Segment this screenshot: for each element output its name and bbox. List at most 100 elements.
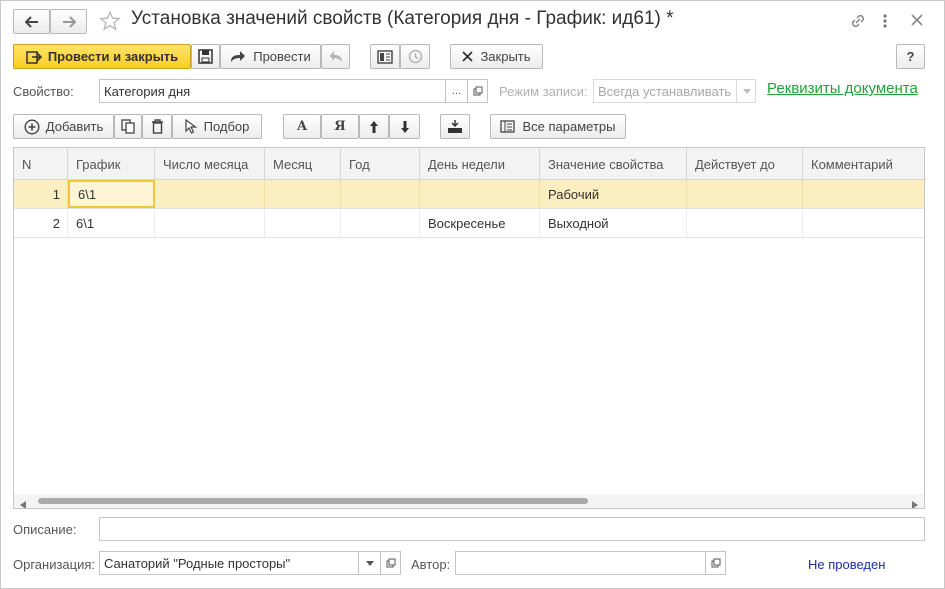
col-header-weekday[interactable]: День недели [420,148,540,180]
col-header-comment[interactable]: Комментарий [803,148,924,180]
structure-icon [377,49,393,64]
x-icon [462,51,474,62]
col-header-schedule[interactable]: График [68,148,155,180]
more-icon[interactable] [880,12,890,33]
cell-year[interactable] [341,180,420,208]
scroll-right-icon[interactable] [912,497,918,508]
selection-button[interactable]: Подбор [172,114,262,139]
cell-n: 2 [14,209,68,237]
doc-requisites-link[interactable]: Реквизиты документа [767,80,918,97]
organization-open-button[interactable] [380,551,401,575]
cell-year[interactable] [341,209,420,237]
chevron-down-icon [365,560,374,566]
cell-schedule[interactable]: 6\1 [68,180,155,208]
font-a-label: А [296,119,308,134]
post-and-close-label: Провести и закрыть [47,49,179,64]
add-label: Добавить [45,119,104,134]
move-down-button[interactable] [389,114,420,139]
cell-valid-until[interactable] [687,209,803,237]
table-header: N График Число месяца Месяц Год День нед… [14,148,924,180]
window-title: Установка значений свойств (Категория дн… [131,8,674,29]
author-field[interactable] [455,551,726,575]
down-arrow-icon [400,120,409,133]
property-open-button[interactable] [467,79,488,103]
organization-field[interactable]: Санаторий "Родные просторы" [99,551,401,575]
add-icon [24,118,40,135]
forward-button[interactable] [50,9,87,34]
font-ya-button[interactable]: Я [321,114,359,139]
font-ya-label: Я [334,119,346,134]
property-select-label: ... [451,85,462,97]
description-field[interactable] [99,517,925,541]
col-header-day-of-month[interactable]: Число месяца [155,148,265,180]
property-value: Категория дня [104,83,191,99]
cell-comment[interactable] [803,180,924,208]
back-arrow-icon [24,15,38,28]
post-button[interactable]: Провести [220,44,321,69]
table-row[interactable]: 1 6\1 Рабочий [14,180,924,209]
cell-day-of-month[interactable] [155,180,265,208]
author-open-button[interactable] [705,551,726,575]
organization-dropdown[interactable] [358,551,380,575]
close-icon[interactable] [909,12,925,31]
move-up-button[interactable] [359,114,389,139]
values-table[interactable]: N График Число месяца Месяц Год День нед… [13,147,925,509]
description-label: Описание: [13,522,77,537]
col-header-n[interactable]: N [14,148,68,180]
help-button[interactable]: ? [896,44,925,69]
undo-icon [329,51,342,62]
scroll-left-icon[interactable] [20,497,26,508]
params-icon [500,120,516,133]
back-button[interactable] [13,9,50,34]
open-icon [711,558,721,568]
font-a-button[interactable]: А [283,114,321,139]
close-button[interactable]: Закрыть [450,44,543,69]
post-and-close-button[interactable]: Провести и закрыть [13,44,191,69]
cell-value[interactable]: Рабочий [540,180,687,208]
copy-icon [120,119,135,134]
add-button[interactable]: Добавить [13,114,114,139]
link-icon[interactable] [849,12,867,33]
cell-schedule[interactable]: 6\1 [68,209,155,237]
col-header-valid-until[interactable]: Действует до [687,148,803,180]
open-icon [473,86,483,96]
property-select-button[interactable]: ... [445,79,467,103]
col-header-year[interactable]: Год [341,148,420,180]
cell-valid-until[interactable] [687,180,803,208]
cell-weekday[interactable] [420,180,540,208]
post-arrow-icon [231,51,246,62]
up-arrow-icon [370,120,378,133]
col-header-month[interactable]: Месяц [265,148,341,180]
open-icon [386,558,396,568]
cell-month[interactable] [265,209,341,237]
help-label: ? [906,49,915,64]
horizontal-scrollbar[interactable] [14,494,924,508]
cell-value[interactable]: Выходной [540,209,687,237]
cell-day-of-month[interactable] [155,209,265,237]
all-params-button[interactable]: Все параметры [490,114,626,139]
delete-icon [151,119,163,134]
cell-weekday[interactable]: Воскресенье [420,209,540,237]
table-row[interactable]: 2 6\1 Воскресенье Выходной [14,209,924,238]
fill-button[interactable] [440,114,470,139]
favorite-star-icon[interactable] [99,10,121,35]
undo-post-button[interactable] [321,44,350,69]
delete-row-button[interactable] [142,114,172,139]
forward-arrow-icon [62,15,76,28]
copy-row-button[interactable] [114,114,142,139]
cell-n: 1 [14,180,68,208]
cell-comment[interactable] [803,209,924,237]
cell-month[interactable] [265,180,341,208]
write-mode-dropdown [736,79,756,103]
write-mode-field: Всегда устанавливать [593,79,756,103]
col-header-value[interactable]: Значение свойства [540,148,687,180]
write-mode-value: Всегда устанавливать [598,83,732,99]
organization-value: Санаторий "Родные просторы" [104,555,291,571]
fill-icon [448,120,462,133]
structure-button[interactable] [370,44,400,69]
scrollbar-thumb[interactable] [38,498,588,504]
history-button[interactable] [400,44,430,69]
save-button[interactable] [191,44,220,69]
property-field[interactable]: Категория дня ... [99,79,488,103]
author-label: Автор: [411,557,451,572]
